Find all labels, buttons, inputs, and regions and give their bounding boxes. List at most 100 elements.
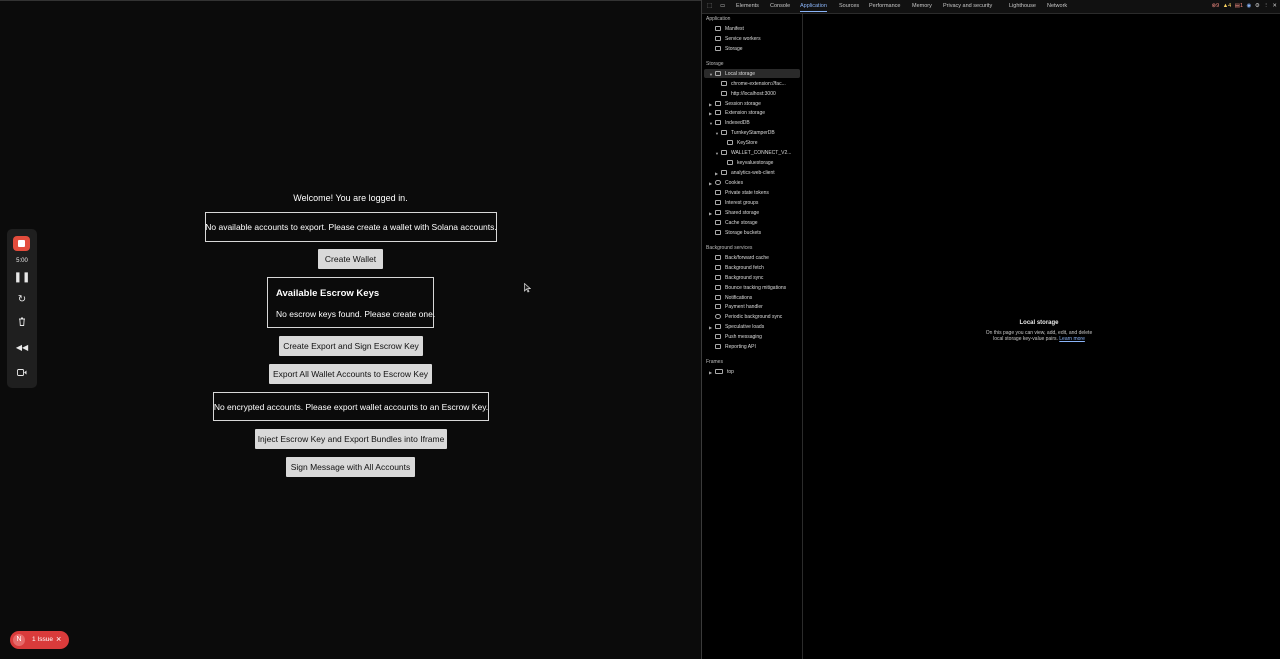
sidebar-item-reporting-api[interactable]: Reporting API <box>715 343 756 351</box>
extension-icon[interactable]: ◉ <box>1247 3 1252 9</box>
sign-message-button[interactable]: Sign Message with All Accounts <box>286 457 415 477</box>
collapse-arrow-icon[interactable]: ▶ <box>709 370 712 375</box>
sidebar-item-speculative-loads[interactable]: Speculative loads <box>715 323 764 331</box>
no-accounts-box: No available accounts to export. Please … <box>205 212 497 242</box>
sidebar-item-private-state-tokens[interactable]: Private state tokens <box>715 189 769 197</box>
no-accounts-message: No available accounts to export. Please … <box>205 222 497 232</box>
database-icon <box>715 46 721 51</box>
clock-icon <box>715 314 721 319</box>
sidebar-item-local-extension[interactable]: chrome-extension://fac... <box>721 80 786 88</box>
collapse-arrow-icon[interactable]: ▶ <box>709 211 712 216</box>
camera-button[interactable] <box>7 369 37 379</box>
frames-header: Frames <box>706 359 723 365</box>
table-icon <box>721 81 727 86</box>
create-wallet-button[interactable]: Create Wallet <box>318 249 383 269</box>
collapse-arrow-icon[interactable]: ▶ <box>709 102 712 107</box>
recording-timer: 5:00 <box>16 258 28 264</box>
sidebar-item-manifest[interactable]: Manifest <box>715 25 744 33</box>
database-icon <box>715 324 721 329</box>
collapse-arrow-icon[interactable]: ▶ <box>709 111 712 116</box>
table-icon <box>715 101 721 106</box>
expand-arrow-icon[interactable]: ▼ <box>709 72 713 77</box>
sidebar-item-extension-storage[interactable]: Extension storage <box>715 109 765 117</box>
stop-icon <box>18 240 25 247</box>
sidebar-item-turnkey-db[interactable]: TurnkeyStamperDB <box>721 129 775 137</box>
sidebar-item-push-messaging[interactable]: Push messaging <box>715 333 762 341</box>
sidebar-item-background-sync[interactable]: Background sync <box>715 274 763 282</box>
devtools-panel: ⬚ ▭ Elements Console Application Sources… <box>701 0 1280 659</box>
tab-privacy-security[interactable]: Privacy and security <box>943 3 992 9</box>
sidebar-item-wallet-connect[interactable]: WALLET_CONNECT_V2... <box>721 149 791 157</box>
app-page: Welcome! You are logged in. No available… <box>0 0 701 659</box>
sidebar-item-shared-storage[interactable]: Shared storage <box>715 209 759 217</box>
sidebar-item-bounce-tracking[interactable]: Bounce tracking mitigations <box>715 284 786 292</box>
restart-icon: ↻ <box>17 294 27 305</box>
export-all-accounts-button[interactable]: Export All Wallet Accounts to Escrow Key <box>269 364 432 384</box>
tab-memory[interactable]: Memory <box>912 3 932 9</box>
inject-escrow-button[interactable]: Inject Escrow Key and Export Bundles int… <box>255 429 447 449</box>
device-toggle-icon[interactable]: ▭ <box>720 3 725 9</box>
sidebar-item-frame-top[interactable]: top <box>715 368 734 376</box>
warning-count: 4 <box>1228 3 1232 9</box>
tab-application[interactable]: Application <box>800 3 827 12</box>
sidebar-item-indexeddb[interactable]: IndexedDB <box>715 119 750 127</box>
issue-badge[interactable]: N 1 Issue × <box>10 631 69 649</box>
tab-elements[interactable]: Elements <box>736 3 759 9</box>
rewind-icon: ◀◀ <box>15 343 29 352</box>
collapse-arrow-icon[interactable]: ▶ <box>709 181 712 186</box>
next-logo-icon: N <box>13 634 25 646</box>
tab-performance[interactable]: Performance <box>869 3 901 9</box>
sidebar-item-analytics[interactable]: analytics-web-client <box>721 169 775 177</box>
collapse-arrow-icon[interactable]: ▶ <box>715 171 718 176</box>
more-options-icon[interactable]: ⋮ <box>1263 3 1269 9</box>
table-icon <box>715 71 721 76</box>
sidebar-item-keystore[interactable]: KeyStore <box>727 139 758 147</box>
sidebar-item-bfcache[interactable]: Back/forward cache <box>715 254 769 262</box>
sidebar-item-storage[interactable]: Storage <box>715 45 743 53</box>
escrow-keys-title: Available Escrow Keys <box>276 288 380 299</box>
collapse-arrow-icon[interactable]: ▶ <box>709 325 712 330</box>
expand-arrow-icon[interactable]: ▼ <box>715 151 719 156</box>
file-icon <box>715 26 721 31</box>
sidebar-item-keyvaluestorage[interactable]: keyvaluestorage <box>727 159 773 167</box>
stop-recording-button[interactable] <box>13 236 30 251</box>
sidebar-item-service-workers[interactable]: Service workers <box>715 35 761 43</box>
tab-console[interactable]: Console <box>770 3 790 9</box>
expand-arrow-icon[interactable]: ▼ <box>709 121 713 126</box>
delete-button[interactable] <box>7 317 37 329</box>
learn-more-link[interactable]: Learn more <box>1059 336 1085 342</box>
cookie-icon <box>715 180 721 185</box>
tab-lighthouse[interactable]: Lighthouse <box>1009 3 1036 9</box>
escrow-keys-panel: Available Escrow Keys No escrow keys fou… <box>267 277 435 328</box>
sidebar-item-session-storage[interactable]: Session storage <box>715 100 761 108</box>
sidebar-item-periodic-sync[interactable]: Periodic background sync <box>715 313 782 321</box>
settings-icon[interactable]: ⚙ <box>1255 3 1260 9</box>
pause-button[interactable]: ❚❚ <box>7 273 37 283</box>
close-devtools-icon[interactable]: ✕ <box>1272 3 1277 9</box>
rewind-button[interactable]: ◀◀ <box>7 343 37 353</box>
inspect-icon[interactable]: ⬚ <box>707 3 712 9</box>
sidebar-item-background-fetch[interactable]: Background fetch <box>715 264 764 272</box>
restart-button[interactable]: ↻ <box>7 295 37 305</box>
sidebar-item-interest-groups[interactable]: Interest groups <box>715 199 758 207</box>
database-icon <box>715 200 721 205</box>
close-issue-icon[interactable]: × <box>56 634 61 644</box>
expand-arrow-icon[interactable]: ▼ <box>715 131 719 136</box>
database-icon <box>721 130 727 135</box>
sidebar-item-payment-handler[interactable]: Payment handler <box>715 303 763 311</box>
tab-sources[interactable]: Sources <box>839 3 859 9</box>
storage-header: Storage <box>706 61 724 67</box>
camera-icon <box>17 369 27 376</box>
application-sidebar: Application Manifest Service workers Sto… <box>702 14 803 659</box>
frame-icon <box>715 369 723 374</box>
sidebar-item-cookies[interactable]: Cookies <box>715 179 743 187</box>
file-icon <box>715 344 721 349</box>
create-export-sign-button[interactable]: Create Export and Sign Escrow Key <box>279 336 423 356</box>
sidebar-item-notifications[interactable]: Notifications <box>715 294 752 302</box>
tab-network[interactable]: Network <box>1047 3 1067 9</box>
sidebar-item-cache-storage[interactable]: Cache storage <box>715 219 758 227</box>
sidebar-item-local-storage[interactable]: Local storage <box>715 70 755 78</box>
sidebar-item-localhost[interactable]: http://localhost:3000 <box>721 90 776 98</box>
table-icon <box>715 110 721 115</box>
sidebar-item-storage-buckets[interactable]: Storage buckets <box>715 229 761 237</box>
